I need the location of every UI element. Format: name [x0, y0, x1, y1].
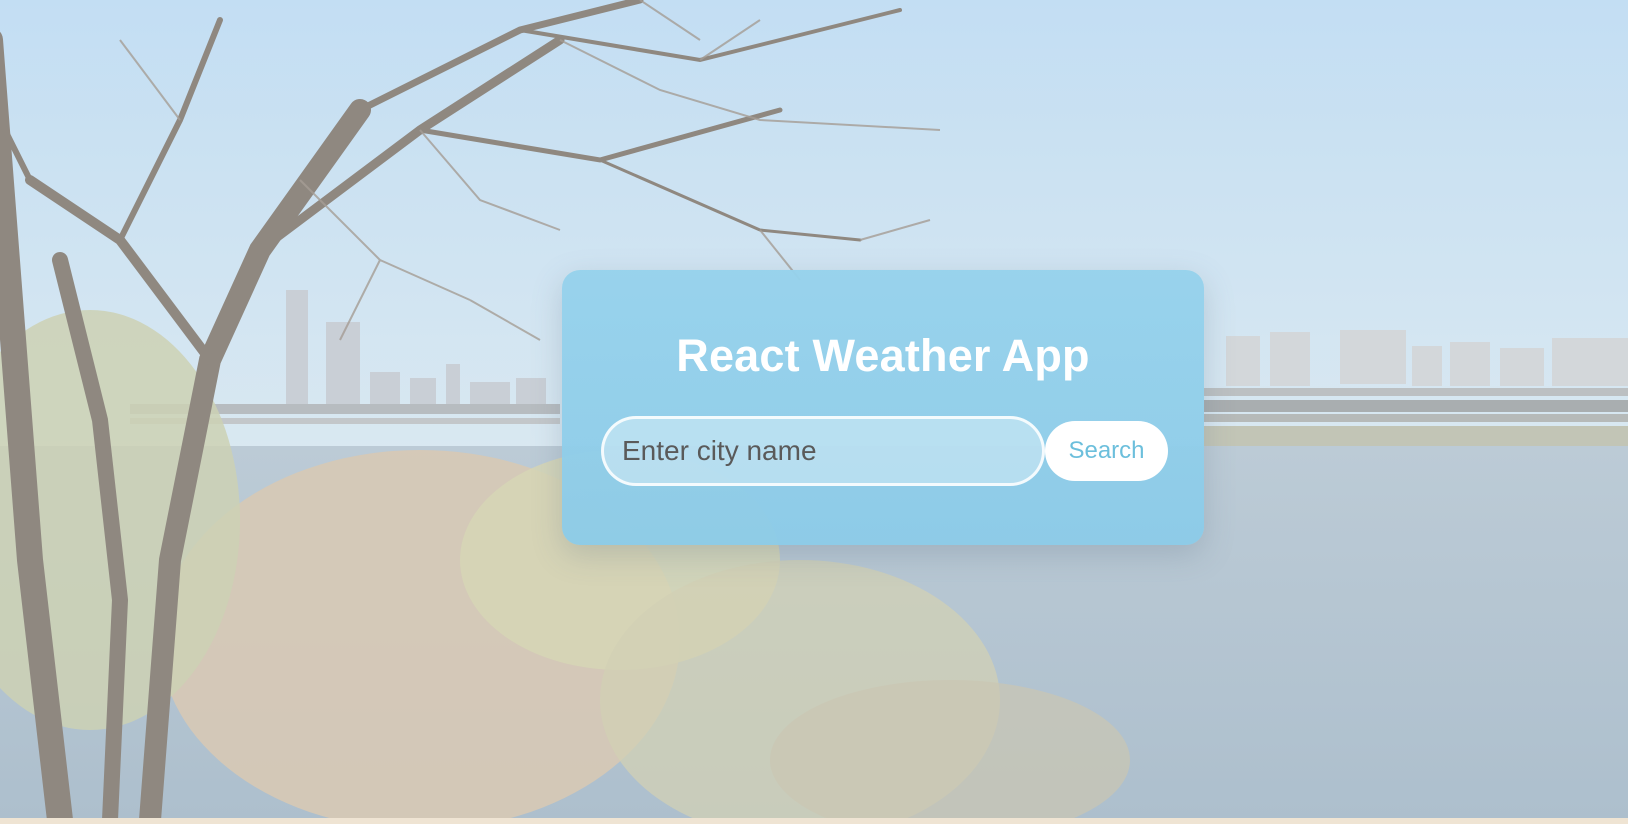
- app-root: React Weather App Search: [0, 0, 1628, 824]
- city-search-input[interactable]: [601, 416, 1045, 486]
- search-form: Search: [601, 416, 1169, 486]
- app-title: React Weather App: [676, 330, 1090, 381]
- search-button[interactable]: Search: [1045, 421, 1168, 481]
- weather-card: React Weather App Search: [562, 270, 1204, 545]
- page-bottom-edge: [0, 818, 1628, 824]
